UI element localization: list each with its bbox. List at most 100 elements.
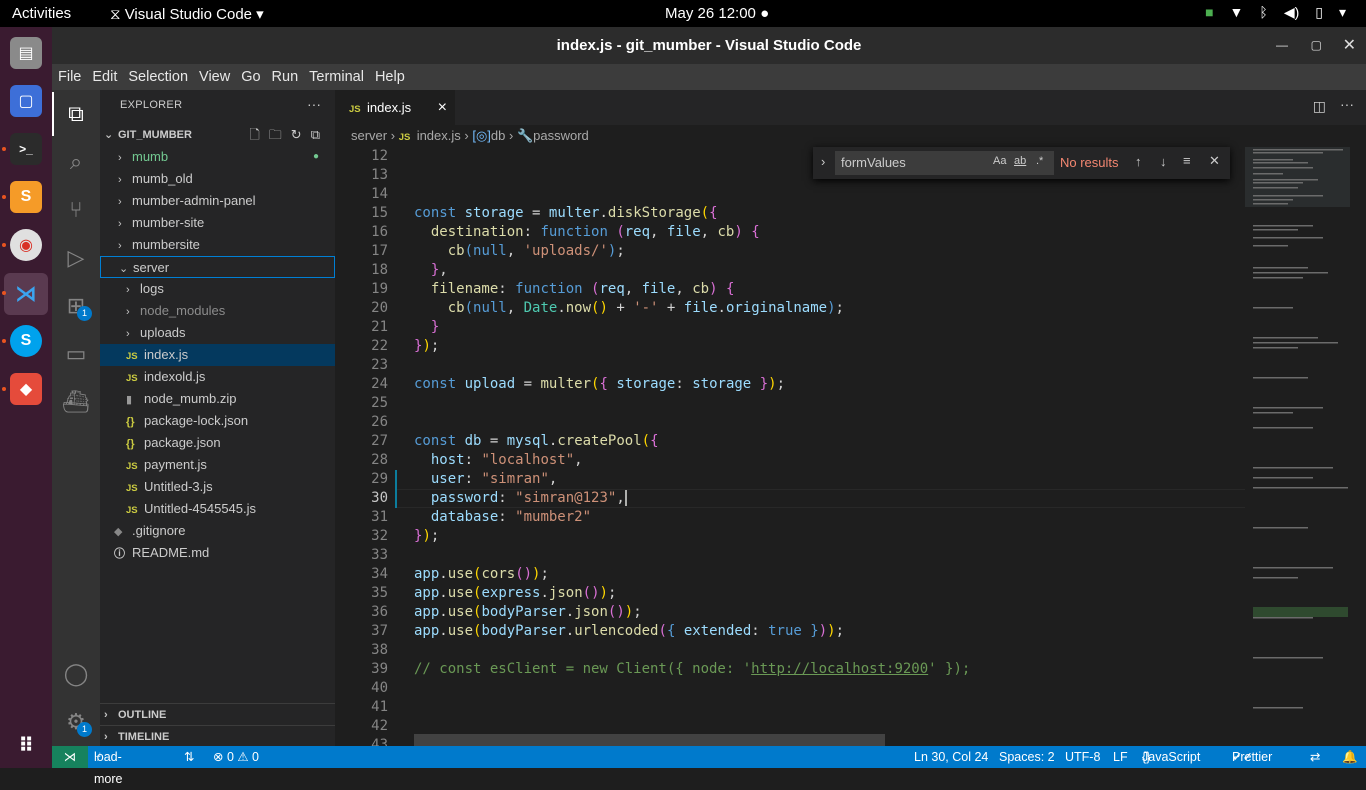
app-menu[interactable]: ⧖ Visual Studio Code ▾ bbox=[110, 5, 264, 23]
accounts-icon[interactable]: ◯ bbox=[60, 658, 92, 690]
system-tray[interactable]: ■ ▼ ᛒ ◀) ▯ ▾ bbox=[1205, 4, 1346, 21]
regex-toggle[interactable]: .* bbox=[1036, 155, 1043, 167]
tree-item[interactable]: JS payment.js bbox=[100, 454, 335, 476]
sublime-text-icon[interactable]: S bbox=[10, 181, 42, 213]
clock[interactable]: May 26 12:00 ● bbox=[665, 5, 769, 22]
match-case-toggle[interactable]: Aa bbox=[993, 155, 1006, 167]
refresh-icon[interactable]: ↻ bbox=[291, 127, 311, 142]
breadcrumb-folder[interactable]: server bbox=[351, 128, 387, 143]
tree-item[interactable]: › node_modules bbox=[100, 300, 335, 322]
chrome-icon[interactable]: ◉ bbox=[10, 229, 42, 261]
menu-help[interactable]: Help bbox=[375, 69, 405, 85]
tree-item[interactable]: ◆ .gitignore bbox=[100, 520, 335, 542]
skype-icon[interactable]: S bbox=[10, 325, 42, 357]
line-number: 22 bbox=[371, 338, 388, 354]
line-number: 17 bbox=[371, 243, 388, 259]
editor-more-button[interactable]: ··· bbox=[1340, 96, 1354, 112]
line-number: 20 bbox=[371, 300, 388, 316]
tree-item[interactable]: ⓘ README.md bbox=[100, 542, 335, 564]
new-file-icon[interactable]: 🗋 bbox=[249, 127, 268, 142]
power-menu-icon[interactable]: ▾ bbox=[1339, 4, 1346, 21]
anydesk-icon[interactable]: ◆ bbox=[10, 373, 42, 405]
tree-item[interactable]: › mumber-admin-panel bbox=[100, 190, 335, 212]
extensions-badge: 1 bbox=[77, 306, 92, 321]
encoding[interactable]: UTF-8 bbox=[1065, 746, 1100, 768]
tree-item[interactable]: JS index.js bbox=[100, 344, 335, 366]
activities-button[interactable]: Activities bbox=[12, 5, 71, 22]
tree-item[interactable]: JS Untitled-3.js bbox=[100, 476, 335, 498]
tree-item[interactable]: JS indexold.js bbox=[100, 366, 335, 388]
breadcrumb-symbol-db[interactable]: db bbox=[491, 128, 505, 143]
close-find-icon[interactable]: ✕ bbox=[1209, 153, 1220, 169]
chevron-right-icon: › bbox=[104, 709, 108, 721]
gitignore-file-icon: ◆ bbox=[114, 526, 123, 538]
whole-word-toggle[interactable]: ab bbox=[1014, 155, 1026, 167]
cursor-position[interactable]: Ln 30, Col 24 bbox=[914, 746, 988, 768]
tree-item[interactable]: › mumbersite bbox=[100, 234, 335, 256]
end-of-line[interactable]: LF bbox=[1113, 746, 1128, 768]
sync-icon[interactable]: ⇅ bbox=[184, 746, 194, 768]
timeline-section[interactable]: › TIMELINE bbox=[100, 725, 335, 747]
collapse-all-icon[interactable]: ⧉ bbox=[311, 127, 329, 142]
docker-icon[interactable]: ⛴ bbox=[60, 386, 92, 418]
search-icon[interactable]: ⌕ bbox=[60, 146, 92, 178]
tree-item[interactable]: JS Untitled-4545545.js bbox=[100, 498, 335, 520]
screenshot-icon[interactable]: ▢ bbox=[10, 85, 42, 117]
maximize-icon[interactable]: ▢ bbox=[1311, 27, 1322, 64]
indentation[interactable]: Spaces: 2 bbox=[999, 746, 1055, 768]
menu-selection[interactable]: Selection bbox=[128, 69, 188, 85]
code-line: const upload = multer({ storage: storage… bbox=[414, 376, 785, 392]
tree-item[interactable]: › mumb ● bbox=[100, 146, 335, 168]
problems-indicator[interactable]: ⊗ 0 ⚠ 0 bbox=[213, 746, 259, 768]
next-match-icon[interactable]: ↓ bbox=[1160, 154, 1167, 169]
find-in-selection-icon[interactable]: ≡ bbox=[1183, 153, 1191, 168]
minimap[interactable] bbox=[1245, 147, 1355, 746]
notifications-bell-icon[interactable]: 🔔 bbox=[1342, 746, 1358, 768]
breadcrumb-symbol-password[interactable]: password bbox=[533, 128, 589, 143]
terminal-icon[interactable]: >_ bbox=[10, 133, 42, 165]
update-icon[interactable]: ■ bbox=[1205, 4, 1213, 21]
previous-match-icon[interactable]: ↑ bbox=[1135, 154, 1142, 169]
code-line: cb(null, 'uploads/'); bbox=[447, 243, 625, 259]
tree-item[interactable]: › logs bbox=[100, 278, 335, 300]
menu-view[interactable]: View bbox=[199, 69, 230, 85]
menu-edit[interactable]: Edit bbox=[92, 69, 117, 85]
close-window-icon[interactable]: ✕ bbox=[1343, 27, 1356, 64]
tab-close-icon[interactable]: × bbox=[438, 90, 447, 125]
horizontal-scrollbar[interactable] bbox=[414, 734, 885, 746]
run-debug-icon[interactable]: ▷ bbox=[60, 242, 92, 274]
toggle-replace-icon[interactable]: › bbox=[821, 154, 825, 169]
tree-item[interactable]: › mumber-site bbox=[100, 212, 335, 234]
menu-terminal[interactable]: Terminal bbox=[309, 69, 364, 85]
menu-run[interactable]: Run bbox=[272, 69, 299, 85]
remote-indicator-icon[interactable]: ⋊ bbox=[52, 746, 88, 768]
vscode-dock-highlight[interactable]: ⋊ bbox=[4, 273, 48, 315]
chevron-right-icon: › bbox=[118, 152, 122, 164]
breadcrumb-file[interactable]: index.js bbox=[417, 128, 461, 143]
tab-index-js[interactable]: JS index.js × bbox=[335, 90, 455, 125]
menu-go[interactable]: Go bbox=[241, 69, 260, 85]
new-folder-icon[interactable]: 🗀 bbox=[269, 127, 291, 142]
outline-section[interactable]: › OUTLINE bbox=[100, 703, 335, 725]
source-control-icon[interactable]: ⑂ bbox=[60, 194, 92, 226]
explorer-more-button[interactable]: ··· bbox=[307, 96, 321, 112]
tree-item[interactable]: {} package-lock.json bbox=[100, 410, 335, 432]
tree-item[interactable]: ⌄ server bbox=[100, 256, 335, 278]
tree-item[interactable]: {} package.json bbox=[100, 432, 335, 454]
tree-item[interactable]: › uploads bbox=[100, 322, 335, 344]
code-editor[interactable]: 12 13 14 15 const storage = multer.diskS… bbox=[335, 147, 1245, 746]
show-apps-icon[interactable]: ⠿ bbox=[10, 729, 42, 761]
tree-item[interactable]: ▮ node_mumb.zip bbox=[100, 388, 335, 410]
remote-explorer-icon[interactable]: ▭ bbox=[60, 338, 92, 370]
split-editor-icon[interactable]: ◫ bbox=[1313, 98, 1326, 115]
minimize-icon[interactable]: — bbox=[1276, 27, 1288, 64]
explorer-icon[interactable]: ⧉ bbox=[60, 98, 92, 130]
tree-item[interactable]: › mumb_old bbox=[100, 168, 335, 190]
live-share-icon[interactable]: ⇄ bbox=[1310, 746, 1320, 768]
menu-file[interactable]: File bbox=[58, 69, 81, 85]
workspace-root[interactable]: ⌄ GIT_MUMBER 🗋🗀↻⧉ bbox=[100, 124, 335, 146]
chevron-down-icon: ⌄ bbox=[119, 263, 129, 275]
line-number: 42 bbox=[371, 718, 388, 734]
tree-item-label: logs bbox=[140, 281, 164, 296]
files-icon[interactable]: ▤ bbox=[10, 37, 42, 69]
